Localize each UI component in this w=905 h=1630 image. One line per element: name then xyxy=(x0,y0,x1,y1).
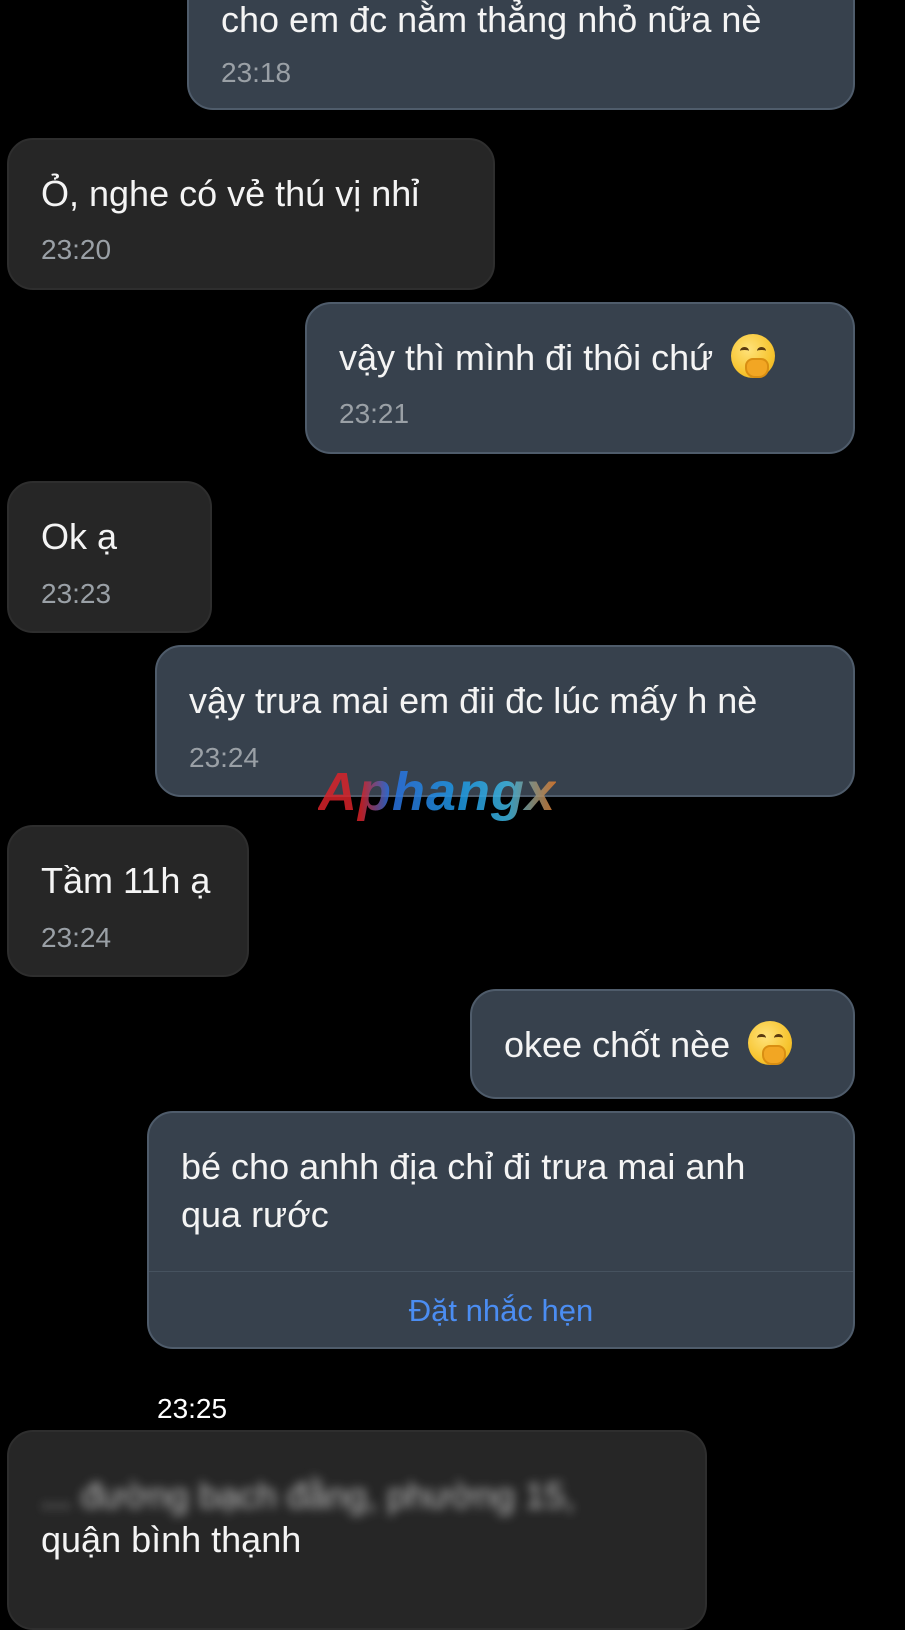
message-text: cho em đc nằm thẳng nhỏ nữa nè xyxy=(221,0,762,40)
message-timestamp: 23:24 xyxy=(189,742,260,773)
message-text-line-2: qua rước xyxy=(181,1194,329,1235)
message-text: Ok ạ xyxy=(41,516,118,557)
message-text-line: vậy thì mình đi thôi chứ xyxy=(339,334,776,382)
message-bubble-sent[interactable]: vậy thì mình đi thôi chứ 23:21 xyxy=(305,302,855,454)
bubble-divider xyxy=(149,1271,853,1272)
face-with-hand-over-mouth-icon xyxy=(748,1021,793,1065)
message-bubble-sent[interactable]: cho em đc nằm thẳng nhỏ nữa nè 23:18 xyxy=(187,0,855,110)
message-text: Tầm 11h ạ xyxy=(41,860,211,901)
message-bubble-sent[interactable]: okee chốt nèe xyxy=(470,989,855,1099)
message-text: Ỏ, nghe có vẻ thú vị nhỉ xyxy=(41,173,420,214)
message-timestamp: 23:18 xyxy=(221,57,292,88)
message-text-line-1: bé cho anhh địa chỉ đi trưa mai anh xyxy=(181,1146,746,1187)
message-timestamp: 23:21 xyxy=(339,398,410,429)
face-with-hand-over-mouth-icon xyxy=(731,334,776,378)
message-bubble-received[interactable]: Ok ạ 23:23 xyxy=(7,481,212,633)
message-bubble-received[interactable]: Ỏ, nghe có vẻ thú vị nhỉ 23:20 xyxy=(7,138,495,290)
message-timestamp: 23:23 xyxy=(41,578,112,609)
message-text: vậy thì mình đi thôi chứ xyxy=(339,337,714,378)
set-reminder-button[interactable]: Đặt nhắc hẹn xyxy=(149,1291,853,1331)
message-text-line-2: quận bình thạnh xyxy=(41,1519,302,1560)
message-text-line-1: ... đường bạch đằng, phường 15, xyxy=(41,1475,575,1516)
message-bubble-received[interactable]: ... đường bạch đằng, phường 15, quận bìn… xyxy=(7,1430,707,1630)
message-bubble-received[interactable]: Tầm 11h ạ 23:24 xyxy=(7,825,249,977)
message-bubble-sent[interactable]: bé cho anhh địa chỉ đi trưa mai anh qua … xyxy=(147,1111,855,1349)
message-timestamp: 23:24 xyxy=(41,922,112,953)
message-timestamp: 23:20 xyxy=(41,234,112,265)
watermark-logo: Aphangx xyxy=(318,762,557,822)
message-timestamp: 23:25 xyxy=(157,1393,228,1424)
message-text-line: okee chốt nèe xyxy=(504,1021,793,1069)
message-text: vậy trưa mai em đii đc lúc mấy h nè xyxy=(189,680,758,721)
message-text: okee chốt nèe xyxy=(504,1024,731,1065)
